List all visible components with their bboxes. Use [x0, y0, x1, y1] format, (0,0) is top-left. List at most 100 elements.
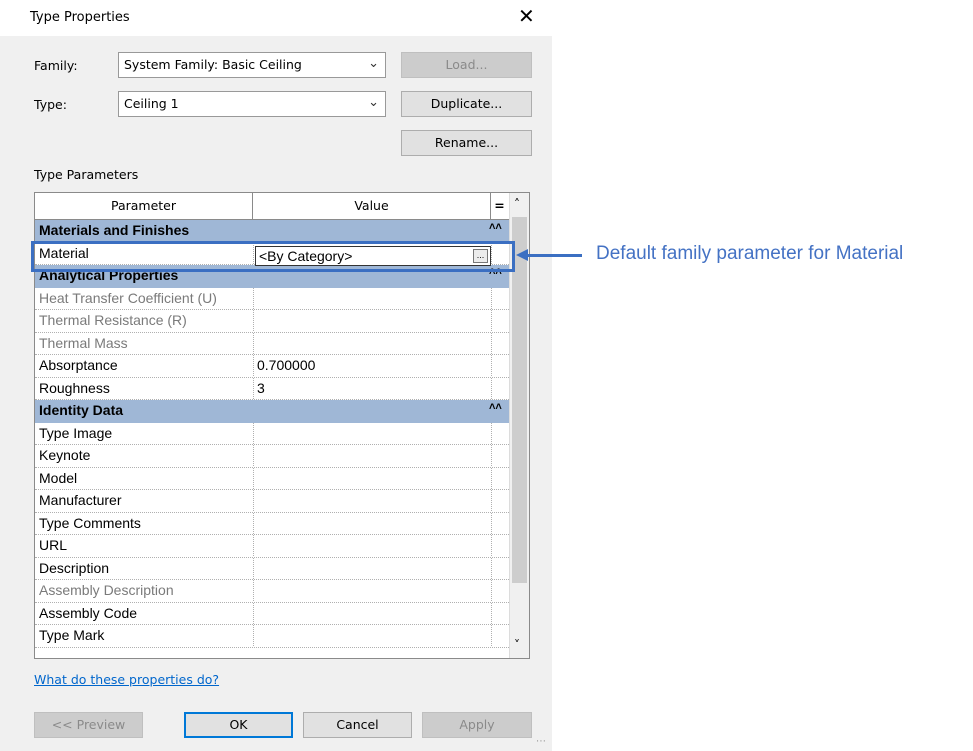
param-row-heat-transfer-coefficient: Heat Transfer Coefficient (U) [35, 287, 509, 310]
formula-cell[interactable] [491, 625, 509, 646]
formula-cell [491, 287, 509, 309]
scroll-down-icon[interactable]: ˅ [514, 638, 520, 652]
param-name: Model [39, 469, 78, 486]
rename-button[interactable]: Rename... [401, 130, 532, 156]
param-value-cell[interactable] [253, 490, 491, 511]
type-value: Ceiling 1 [124, 96, 179, 111]
param-value-cell[interactable] [253, 625, 491, 646]
grid-header: Parameter Value = [35, 193, 509, 220]
param-name: Thermal Resistance (R) [39, 312, 187, 328]
formula-cell[interactable] [491, 377, 509, 399]
param-row-absorptance[interactable]: Absorptance 0.700000 [35, 355, 509, 378]
param-name: Assembly Description [39, 582, 174, 598]
param-row-description[interactable]: Description [35, 557, 509, 580]
param-name: Thermal Mass [39, 334, 128, 351]
type-label: Type: [34, 97, 67, 112]
param-value-cell[interactable] [253, 602, 491, 624]
scroll-up-icon[interactable]: ˄ [514, 197, 520, 211]
param-value-cell[interactable] [253, 467, 491, 489]
param-name: Description [39, 559, 110, 576]
preview-button[interactable]: << Preview [34, 712, 143, 738]
param-name: Roughness [39, 379, 110, 396]
dialog-title: Type Properties [30, 10, 130, 25]
param-value-cell[interactable]: 0.700000 [253, 355, 491, 376]
param-name: Heat Transfer Coefficient (U) [39, 289, 217, 306]
formula-cell[interactable] [491, 445, 509, 466]
formula-cell [491, 580, 509, 601]
type-dropdown[interactable]: Ceiling 1 ⌄ [118, 91, 386, 117]
param-value-cell [253, 580, 491, 601]
formula-cell[interactable] [491, 557, 509, 579]
param-row-type-comments[interactable]: Type Comments [35, 512, 509, 535]
param-row-url[interactable]: URL [35, 535, 509, 558]
param-name: Type Comments [39, 514, 141, 531]
param-value-cell[interactable]: 3 [253, 377, 491, 399]
resize-grip-icon[interactable]: ⋯ [536, 736, 546, 747]
param-name: URL [39, 537, 68, 553]
param-value-cell[interactable] [253, 535, 491, 556]
param-value-cell[interactable] [253, 445, 491, 466]
help-link[interactable]: What do these properties do? [34, 672, 219, 687]
group-identity-data[interactable]: Identity Data ˄˄ [35, 400, 509, 423]
chevron-down-icon: ⌄ [368, 56, 379, 71]
param-name: Keynote [39, 447, 91, 463]
formula-cell[interactable] [491, 490, 509, 511]
annotation-callout: Default family parameter for Material [596, 243, 904, 264]
param-row-keynote[interactable]: Keynote [35, 445, 509, 468]
parameter-column-header[interactable]: Parameter [35, 193, 253, 219]
formula-cell[interactable] [491, 535, 509, 556]
param-row-roughness[interactable]: Roughness 3 [35, 377, 509, 400]
load-button[interactable]: Load... [401, 52, 532, 78]
formula-cell [491, 332, 509, 354]
param-row-assembly-description: Assembly Description [35, 580, 509, 603]
close-icon[interactable]: ✕ [518, 4, 535, 28]
formula-cell[interactable] [491, 512, 509, 534]
family-label: Family: [34, 58, 78, 73]
param-row-manufacturer[interactable]: Manufacturer [35, 490, 509, 513]
param-name: Type Image [39, 424, 113, 441]
double-chevron-up-icon[interactable]: ˄˄ [489, 221, 502, 233]
param-value-cell[interactable] [253, 557, 491, 579]
param-value-cell [253, 287, 491, 309]
double-chevron-up-icon[interactable]: ˄˄ [489, 401, 502, 413]
formula-cell[interactable] [491, 422, 509, 444]
family-value: System Family: Basic Ceiling [124, 57, 302, 72]
param-value-cell[interactable] [253, 422, 491, 444]
value-column-header[interactable]: Value [253, 193, 491, 219]
param-row-type-image[interactable]: Type Image [35, 422, 509, 445]
param-name: Assembly Code [39, 604, 138, 621]
param-row-thermal-mass: Thermal Mass [35, 332, 509, 355]
group-title: Identity Data [39, 402, 124, 418]
type-properties-dialog: Type Properties ✕ Family: System Family:… [0, 0, 552, 751]
formula-cell [491, 310, 509, 331]
title-bar: Type Properties ✕ [0, 0, 552, 36]
highlight-box [31, 241, 515, 272]
duplicate-button[interactable]: Duplicate... [401, 91, 532, 117]
param-row-type-mark[interactable]: Type Mark [35, 625, 509, 648]
chevron-down-icon: ⌄ [368, 95, 379, 110]
formula-column-header[interactable]: = [491, 193, 508, 219]
apply-button[interactable]: Apply [422, 712, 532, 738]
type-parameters-label: Type Parameters [34, 167, 139, 182]
param-value-cell [253, 332, 491, 354]
param-row-assembly-code[interactable]: Assembly Code [35, 602, 509, 625]
param-name: Absorptance [39, 357, 118, 373]
arrow-left-icon [516, 249, 528, 261]
param-value-cell[interactable] [253, 512, 491, 534]
param-row-thermal-resistance: Thermal Resistance (R) [35, 310, 509, 333]
ok-button[interactable]: OK [184, 712, 293, 738]
param-value-cell [253, 310, 491, 331]
param-row-model[interactable]: Model [35, 467, 509, 490]
family-dropdown[interactable]: System Family: Basic Ceiling ⌄ [118, 52, 386, 78]
formula-cell[interactable] [491, 355, 509, 376]
param-value: 3 [257, 379, 265, 396]
cancel-button[interactable]: Cancel [303, 712, 412, 738]
group-title: Materials and Finishes [39, 222, 190, 238]
param-name: Manufacturer [39, 492, 122, 508]
group-materials-and-finishes[interactable]: Materials and Finishes ˄˄ [35, 220, 509, 243]
param-name: Type Mark [39, 627, 105, 643]
param-value: 0.700000 [257, 357, 316, 373]
formula-cell[interactable] [491, 467, 509, 489]
formula-cell[interactable] [491, 602, 509, 624]
annotation-arrow-line [522, 254, 582, 257]
